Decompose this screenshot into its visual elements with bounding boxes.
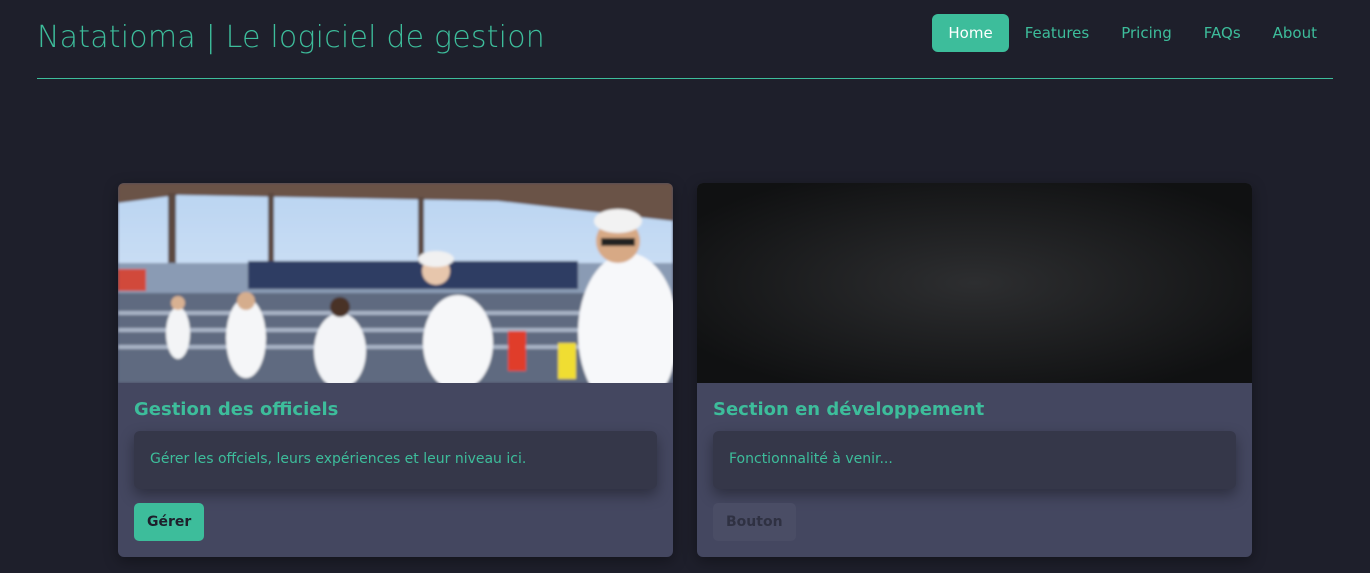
card-description-box: Fonctionnalité à venir... [713, 431, 1236, 489]
brand-title[interactable]: Natatioma | Le logiciel de gestion [37, 20, 545, 55]
card-description-box: Gérer les offciels, leurs expériences et… [134, 431, 657, 489]
placeholder-texture-image [697, 183, 1252, 383]
placeholder-button[interactable]: Bouton [713, 503, 796, 541]
card-title: Section en développement [713, 399, 985, 420]
nav-home[interactable]: Home [932, 14, 1009, 52]
header: Natatioma | Le logiciel de gestion Home … [37, 0, 1333, 79]
nav-pricing[interactable]: Pricing [1105, 14, 1188, 52]
nav-faqs[interactable]: FAQs [1188, 14, 1257, 52]
card-title: Gestion des officiels [134, 399, 339, 420]
manage-button[interactable]: Gérer [134, 503, 205, 541]
card-description: Gérer les offciels, leurs expériences et… [150, 451, 527, 467]
nav-features[interactable]: Features [1009, 14, 1106, 52]
card-description: Fonctionnalité à venir... [729, 451, 893, 467]
nav-about[interactable]: About [1257, 14, 1333, 52]
main-nav: Home Features Pricing FAQs About [932, 14, 1333, 52]
card-officials: Gestion des officiels Gérer les offciels… [118, 183, 673, 557]
card-in-development: Section en développement Fonctionnalité … [697, 183, 1252, 557]
officials-photo [118, 183, 673, 383]
